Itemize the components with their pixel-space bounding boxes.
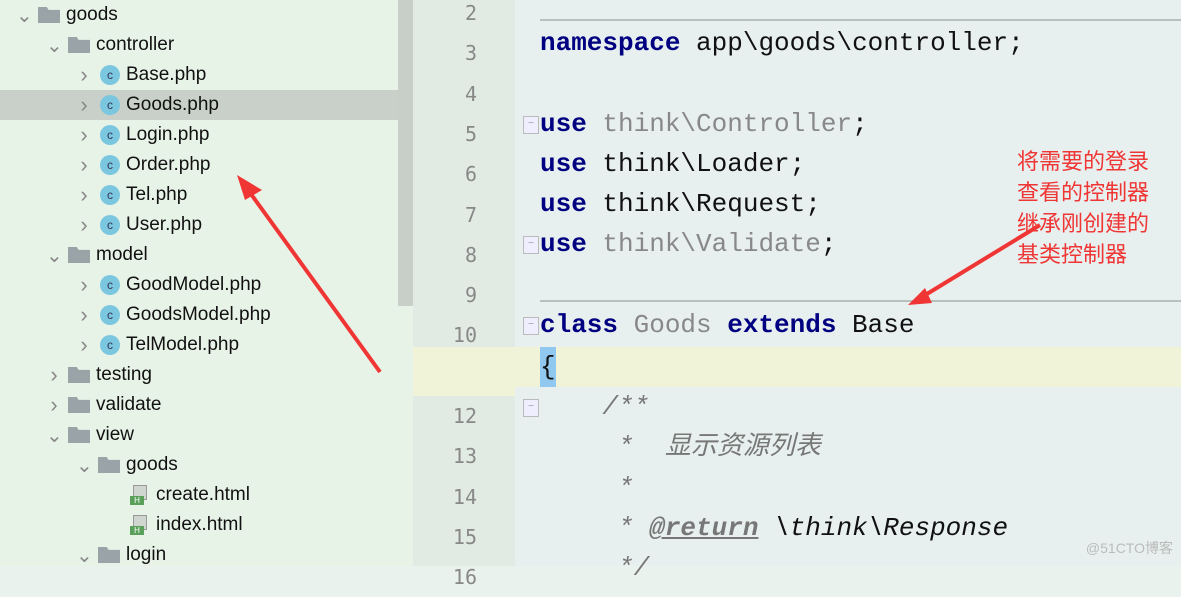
note-line: 继承刚创建的 — [1017, 211, 1150, 236]
note-line: 将需要的登录 — [1017, 149, 1150, 174]
arrow-head — [237, 175, 262, 200]
arrow-to-tree — [246, 188, 382, 374]
note-line: 查看的控制器 — [1017, 180, 1150, 205]
watermark: @51CTO博客 — [1085, 540, 1173, 556]
annotation-note: 将需要的登录 查看的控制器 继承刚创建的 基类控制器 — [1017, 146, 1177, 270]
arrow-head — [908, 288, 932, 305]
note-line: 基类控制器 — [1017, 242, 1128, 267]
annotation-arrows — [237, 175, 1042, 374]
